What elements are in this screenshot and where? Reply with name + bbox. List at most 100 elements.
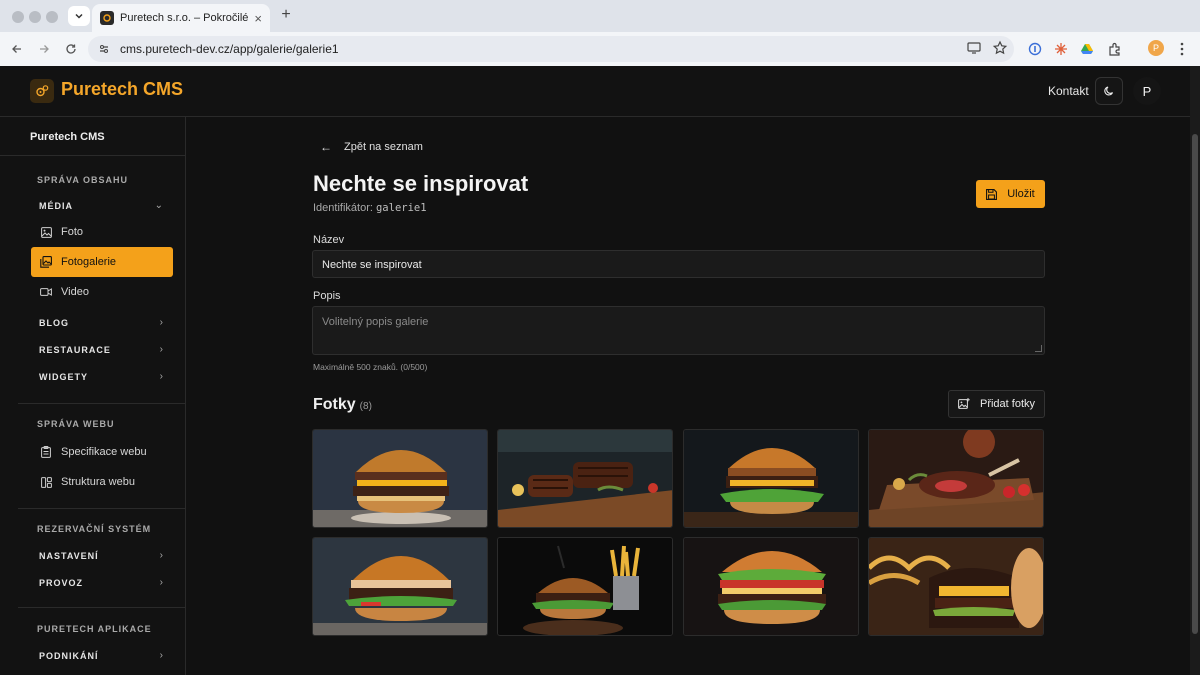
save-label: Uložit <box>1007 188 1035 200</box>
drive-extension-icon[interactable] <box>1078 40 1096 58</box>
arrow-left-icon <box>12 45 21 53</box>
gallery-photo[interactable] <box>868 537 1044 636</box>
gallery-icon <box>40 256 52 268</box>
group-label: NASTAVENÍ <box>39 550 99 561</box>
photos-heading: Fotky (8) <box>313 396 372 414</box>
sidebar-group-media[interactable]: MÉDIA ⌄ <box>39 200 163 211</box>
password-extension-icon[interactable] <box>1026 40 1044 58</box>
description-placeholder: Volitelný popis galerie <box>322 316 429 328</box>
section-puretech-apps: PURETECH APLIKACE <box>37 624 152 634</box>
group-label: WIDGETY <box>39 371 88 382</box>
image-icon <box>40 226 52 238</box>
site-settings-icon[interactable] <box>96 41 112 57</box>
chevron-right-icon: › <box>159 371 163 382</box>
url-text: cms.puretech-dev.cz/app/galerie/galerie1 <box>120 42 339 56</box>
sidebar-divider <box>18 607 185 608</box>
name-label: Název <box>313 234 345 246</box>
gallery-photo[interactable] <box>497 537 673 636</box>
sidebar-item-fotogalerie[interactable]: Fotogalerie <box>31 247 173 277</box>
gallery-identifier: Identifikátor: galerie1 <box>313 202 427 214</box>
logo-icon <box>30 79 54 103</box>
sidebar-item-label: Struktura webu <box>61 476 135 488</box>
back-nav-button[interactable] <box>8 40 26 58</box>
group-label: MÉDIA <box>39 200 73 211</box>
gallery-photo[interactable] <box>497 429 673 528</box>
tab-strip: Puretech s.r.o. – Pokročilé w × + <box>0 0 1200 32</box>
sidebar-item-label: Specifikace webu <box>61 446 147 458</box>
browser-menu-icon[interactable] <box>1173 40 1191 58</box>
sidebar-group-blog[interactable]: BLOG › <box>39 317 163 328</box>
chevron-right-icon: › <box>159 577 163 588</box>
theme-toggle-button[interactable] <box>1095 77 1123 105</box>
scrollbar-thumb[interactable] <box>1192 134 1198 634</box>
save-button[interactable]: Uložit <box>976 180 1045 208</box>
description-textarea[interactable]: Volitelný popis galerie <box>312 306 1045 355</box>
browser-toolbar: cms.puretech-dev.cz/app/galerie/galerie1 <box>0 32 1200 66</box>
arrow-left-icon: ← <box>320 140 332 154</box>
group-label: RESTAURACE <box>39 344 111 355</box>
name-input[interactable]: Nechte se inspirovat <box>312 250 1045 278</box>
description-label: Popis <box>313 290 341 302</box>
section-reservation-system: REZERVAČNÍ SYSTÉM <box>37 524 152 534</box>
add-photos-label: Přidat fotky <box>979 398 1036 410</box>
maximize-window-button[interactable] <box>46 11 58 23</box>
back-to-list-link[interactable]: ← Zpět na seznam <box>320 140 423 154</box>
new-tab-button[interactable]: + <box>276 6 296 24</box>
gallery-photo[interactable] <box>683 429 859 528</box>
photos-count: (8) <box>359 401 372 412</box>
app-logo-text[interactable]: Puretech CMS <box>61 79 183 100</box>
sparkle-extension-icon[interactable] <box>1052 40 1070 58</box>
contact-link[interactable]: Kontakt <box>1048 84 1089 98</box>
sidebar-item-specifikace[interactable]: Specifikace webu <box>31 437 173 467</box>
tab-search-button[interactable] <box>68 6 90 26</box>
install-app-icon[interactable] <box>966 40 982 61</box>
resize-handle[interactable] <box>1035 345 1042 352</box>
extensions-puzzle-icon[interactable] <box>1106 40 1124 58</box>
sidebar-item-foto[interactable]: Foto <box>31 217 173 247</box>
forward-nav-button[interactable] <box>35 40 53 58</box>
user-avatar[interactable]: P <box>1133 77 1161 105</box>
close-window-button[interactable] <box>12 11 24 23</box>
chevron-right-icon: › <box>159 650 163 661</box>
reload-button[interactable] <box>62 40 80 58</box>
sidebar-group-podnikani[interactable]: PODNIKÁNÍ › <box>39 650 163 661</box>
app-header: Puretech CMS Kontakt P <box>0 66 1190 117</box>
group-label: PODNIKÁNÍ <box>39 650 99 661</box>
sidebar-group-provoz[interactable]: PROVOZ › <box>39 577 163 588</box>
sidebar-divider <box>0 155 186 156</box>
video-icon <box>40 286 52 298</box>
floppy-disk-icon <box>986 188 998 200</box>
clipboard-icon <box>40 446 52 458</box>
sidebar-group-widgety[interactable]: WIDGETY › <box>39 371 163 382</box>
address-bar[interactable]: cms.puretech-dev.cz/app/galerie/galerie1 <box>88 36 1014 62</box>
sidebar-item-video[interactable]: Video <box>31 277 173 307</box>
gallery-photo[interactable] <box>312 537 488 636</box>
sidebar-item-struktura[interactable]: Struktura webu <box>31 467 173 497</box>
chevron-down-icon <box>75 13 83 19</box>
bookmark-star-icon[interactable] <box>992 40 1008 61</box>
sidebar-group-restaurace[interactable]: RESTAURACE › <box>39 344 163 355</box>
tab-title: Puretech s.r.o. – Pokročilé w <box>120 12 251 24</box>
close-tab-icon[interactable]: × <box>254 11 262 26</box>
section-web-management: SPRÁVA WEBU <box>37 419 115 429</box>
sidebar-item-label: Fotogalerie <box>61 256 117 268</box>
moon-icon <box>1104 86 1114 96</box>
sidebar-group-nastaveni[interactable]: NASTAVENÍ › <box>39 550 163 561</box>
sidebar: Puretech CMS SPRÁVA OBSAHU MÉDIA ⌄ Foto … <box>0 117 186 675</box>
browser-tab[interactable]: Puretech s.r.o. – Pokročilé w × <box>92 4 270 32</box>
back-label: Zpět na seznam <box>344 141 423 153</box>
reload-icon <box>66 44 76 54</box>
add-photos-button[interactable]: Přidat fotky <box>948 390 1045 418</box>
chevron-right-icon: › <box>159 317 163 328</box>
minimize-window-button[interactable] <box>29 11 41 23</box>
identifier-value: galerie1 <box>375 202 427 214</box>
group-label: BLOG <box>39 317 69 328</box>
browser-chrome: Puretech s.r.o. – Pokročilé w × + cms.pu… <box>0 0 1200 66</box>
page-scrollbar[interactable] <box>1190 66 1200 675</box>
gallery-photo[interactable] <box>312 429 488 528</box>
gallery-photo[interactable] <box>868 429 1044 528</box>
browser-profile-avatar[interactable]: P <box>1148 40 1164 56</box>
gallery-photo[interactable] <box>683 537 859 636</box>
site-favicon-icon <box>100 11 114 25</box>
group-label: PROVOZ <box>39 577 84 588</box>
